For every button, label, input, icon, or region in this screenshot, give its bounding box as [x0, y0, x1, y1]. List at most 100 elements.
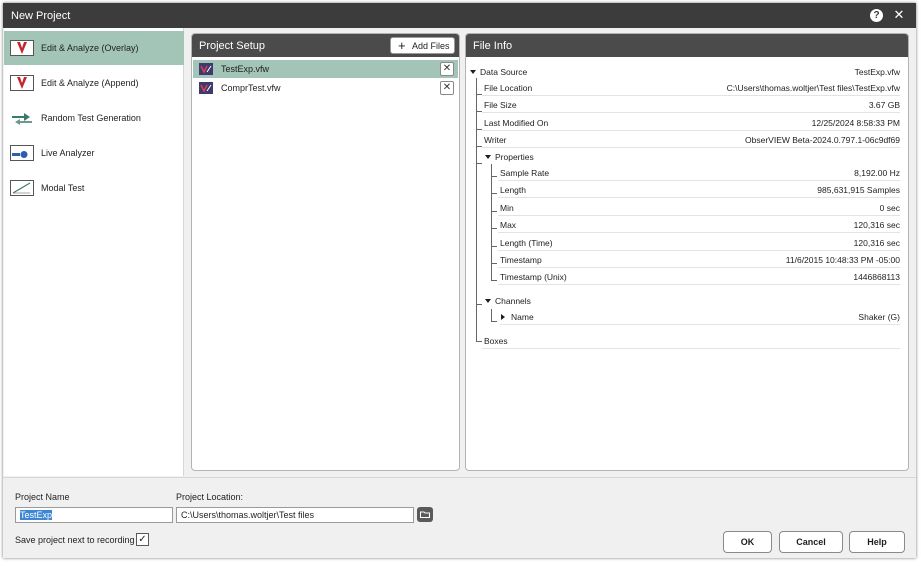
tree-value: C:\Users\thomas.woltjer\Test files\TestE… — [726, 83, 900, 93]
remove-file-button[interactable]: ✕ — [440, 81, 454, 95]
file-info-header: File Info — [466, 34, 908, 57]
tree-key: Name — [511, 312, 534, 322]
file-name: ComprTest.vfw — [221, 83, 281, 93]
tree-row-file-location: File Location C:\Users\thomas.woltjer\Te… — [482, 80, 900, 96]
help-icon[interactable]: ? — [870, 9, 883, 22]
tree-key: Properties — [495, 152, 534, 162]
tree-line — [491, 228, 497, 229]
ok-button[interactable]: OK — [723, 531, 772, 553]
tree-line — [491, 193, 497, 194]
expand-arrow-icon[interactable] — [485, 155, 491, 159]
sidebar-item-edit-analyze-append[interactable]: Edit & Analyze (Append) — [4, 66, 184, 100]
sidebar-item-random-test-generation[interactable]: Random Test Generation — [4, 101, 184, 135]
tree-row-data-source[interactable]: Data Source TestExp.vfw — [470, 64, 900, 80]
project-setup-title: Project Setup — [199, 40, 266, 52]
remove-file-button[interactable]: ✕ — [440, 62, 454, 76]
tree-row-channel-name[interactable]: Name Shaker (G) — [500, 309, 900, 325]
add-files-label: Add Files — [412, 41, 450, 51]
append-icon — [10, 75, 34, 91]
file-name: TestExp.vfw — [221, 64, 270, 74]
help-button[interactable]: Help — [849, 531, 905, 553]
tree-row-properties[interactable]: Properties — [484, 149, 900, 165]
tree-key: Max — [500, 220, 517, 230]
tree-key: File Size — [484, 100, 517, 110]
collapse-arrow-icon[interactable] — [501, 314, 505, 320]
sidebar-item-label: Edit & Analyze (Overlay) — [41, 43, 139, 53]
project-location-value: C:\Users\thomas.woltjer\Test files — [181, 510, 315, 520]
sidebar-item-modal-test[interactable]: Modal Test — [4, 171, 184, 205]
tree-value: 11/6/2015 10:48:33 PM -05:00 — [785, 255, 900, 265]
title-bar: New Project ? ✕ — [3, 3, 916, 28]
vfw-file-icon — [199, 82, 213, 94]
tree-row-channels[interactable]: Channels — [484, 293, 900, 309]
tree-value: 3.67 GB — [868, 100, 900, 110]
tree-value: 120,316 sec — [853, 238, 900, 248]
tree-row-boxes: Boxes — [482, 333, 900, 349]
close-icon[interactable]: ✕ — [892, 8, 906, 22]
tree-value: 985,631,915 Samples — [817, 185, 900, 195]
tree-key: Boxes — [484, 336, 508, 346]
tree-line — [491, 280, 497, 281]
tree-key: Data Source — [480, 67, 528, 77]
tree-value: 8,192.00 Hz — [854, 168, 900, 178]
file-list-item[interactable]: TestExp.vfw ✕ — [193, 60, 458, 78]
tree-row-length-time: Length (Time) 120,316 sec — [498, 235, 900, 251]
modal-test-icon — [10, 180, 34, 196]
sidebar-item-label: Random Test Generation — [41, 113, 141, 123]
sidebar-item-label: Edit & Analyze (Append) — [41, 78, 139, 88]
tree-key: Sample Rate — [500, 168, 550, 178]
tree-line — [476, 163, 482, 164]
save-next-to-recording-label: Save project next to recording — [15, 535, 135, 545]
tree-key: Timestamp — [500, 255, 542, 265]
tree-key: Channels — [495, 296, 531, 306]
random-test-icon — [12, 113, 32, 125]
tree-key: File Location — [484, 83, 533, 93]
browse-folder-button[interactable] — [417, 507, 433, 522]
expand-arrow-icon[interactable] — [470, 70, 476, 74]
project-location-label: Project Location: — [176, 492, 244, 502]
tree-row-timestamp: Timestamp 11/6/2015 10:48:33 PM -05:00 — [498, 252, 900, 268]
tree-key: Min — [500, 203, 514, 213]
tree-value: ObserVIEW Beta-2024.0.797.1-06c9df69 — [745, 135, 900, 145]
live-analyzer-icon — [10, 145, 34, 161]
tree-line — [491, 309, 492, 321]
project-setup-panel: Project Setup + Add Files TestExp.vfw ✕ … — [191, 33, 460, 471]
project-location-input[interactable]: C:\Users\thomas.woltjer\Test files — [176, 507, 414, 523]
vfw-file-icon — [199, 63, 213, 75]
plus-icon: + — [398, 38, 406, 53]
tree-line — [491, 176, 497, 177]
sidebar-item-live-analyzer[interactable]: Live Analyzer — [4, 136, 184, 170]
tree-key: Last Modified On — [484, 118, 549, 128]
sidebar-item-label: Live Analyzer — [41, 148, 95, 158]
overlay-icon — [10, 40, 34, 56]
file-info-title: File Info — [473, 40, 513, 52]
file-info-panel: File Info Data Source TestExp.vfw File L… — [465, 33, 909, 471]
tree-row-writer: Writer ObserVIEW Beta-2024.0.797.1-06c9d… — [482, 132, 900, 148]
sidebar-item-edit-analyze-overlay[interactable]: Edit & Analyze (Overlay) — [4, 31, 184, 65]
add-files-button[interactable]: + Add Files — [390, 37, 455, 54]
project-type-sidebar: Edit & Analyze (Overlay) Edit & Analyze … — [4, 28, 184, 476]
file-list-item[interactable]: ComprTest.vfw ✕ — [193, 79, 458, 97]
project-setup-header: Project Setup + Add Files — [192, 34, 459, 57]
cancel-button[interactable]: Cancel — [779, 531, 843, 553]
tree-line — [476, 304, 482, 305]
tree-key: Length (Time) — [500, 238, 553, 248]
tree-value: 120,316 sec — [853, 220, 900, 230]
window-title: New Project — [11, 10, 71, 22]
tree-key: Length — [500, 185, 526, 195]
tree-row-min: Min 0 sec — [498, 200, 900, 216]
folder-icon — [420, 511, 430, 518]
project-name-label: Project Name — [15, 492, 70, 502]
project-name-input[interactable]: TestExp — [15, 507, 173, 523]
expand-arrow-icon[interactable] — [485, 299, 491, 303]
tree-key: Writer — [484, 135, 507, 145]
tree-value: 12/25/2024 8:58:33 PM — [811, 118, 900, 128]
tree-line — [491, 211, 497, 212]
sidebar-item-label: Modal Test — [41, 183, 85, 193]
tree-value: 0 sec — [879, 203, 900, 213]
tree-row-max: Max 120,316 sec — [498, 217, 900, 233]
tree-row-timestamp-unix: Timestamp (Unix) 1446868113 — [498, 269, 900, 285]
new-project-dialog: New Project ? ✕ Edit & Analyze (Overlay)… — [3, 3, 916, 558]
tree-line — [476, 78, 477, 341]
save-next-to-recording-checkbox[interactable]: ✓ — [136, 533, 149, 546]
